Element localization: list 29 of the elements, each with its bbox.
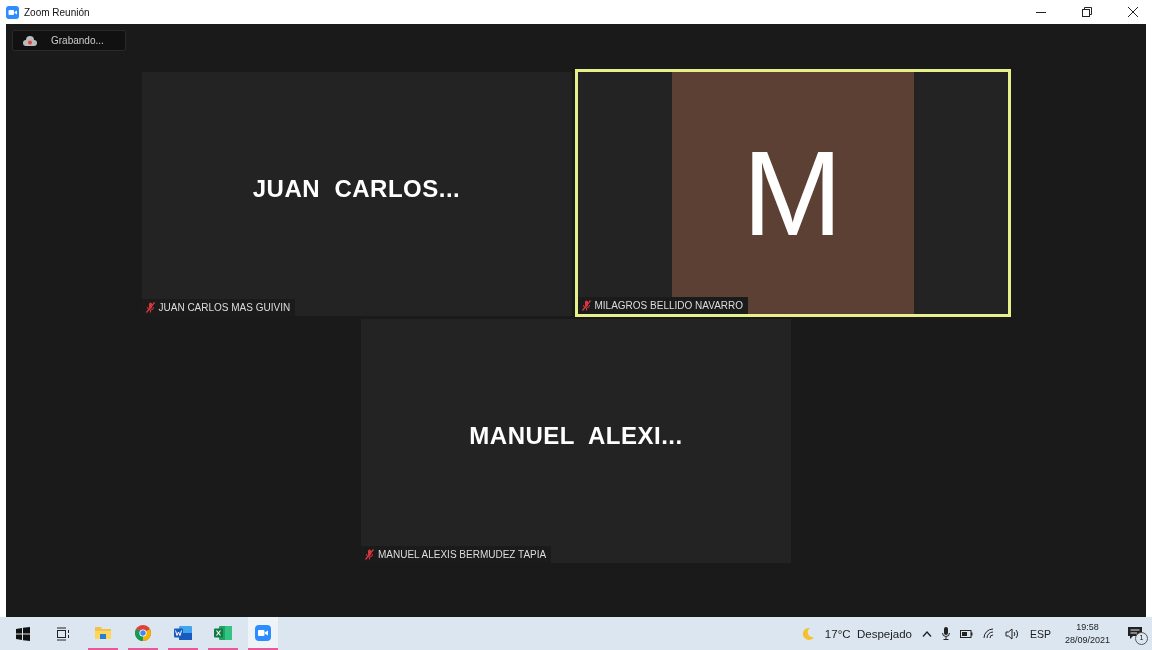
weather-text[interactable]: 17°C Despejado	[824, 627, 912, 640]
speaker-icon[interactable]	[1004, 627, 1020, 640]
participant-name: MILAGROS BELLIDO NAVARRO	[594, 300, 744, 311]
clock-date[interactable]: 28/09/2021	[1064, 633, 1110, 647]
zoom-icon	[255, 624, 271, 641]
participant-display-name: MANUEL ALEXI...	[469, 422, 683, 450]
participant-name: MANUEL ALEXIS BERMUDEZ TAPIA	[378, 549, 547, 560]
window-title: Zoom Reunión	[24, 6, 90, 18]
participant-name: JUAN CARLOS MAS GUIVIN	[158, 302, 291, 313]
close-icon[interactable]	[1128, 7, 1138, 17]
task-view-icon	[56, 626, 70, 641]
wifi-icon[interactable]	[982, 628, 995, 639]
clock-time[interactable]: 19:58	[1076, 620, 1099, 634]
moon-icon	[800, 626, 815, 641]
cloud-icon	[23, 35, 37, 46]
participant-display-name: JUAN CARLOS...	[252, 175, 461, 203]
restore-icon[interactable]	[1082, 7, 1092, 17]
windows-logo-icon	[16, 626, 30, 641]
microphone-icon[interactable]	[941, 627, 950, 640]
excel-icon	[214, 624, 232, 641]
chevron-up-icon[interactable]	[921, 629, 932, 638]
folder-icon	[95, 625, 111, 640]
language-indicator[interactable]: ESP	[1029, 627, 1051, 640]
word-icon	[174, 624, 192, 641]
recording-indicator[interactable]: Grabando...	[12, 30, 126, 51]
zoom-logo-icon	[6, 5, 19, 19]
zoom-taskbar-button[interactable]	[248, 617, 278, 650]
battery-icon[interactable]	[959, 629, 973, 638]
chrome-icon	[135, 624, 151, 641]
